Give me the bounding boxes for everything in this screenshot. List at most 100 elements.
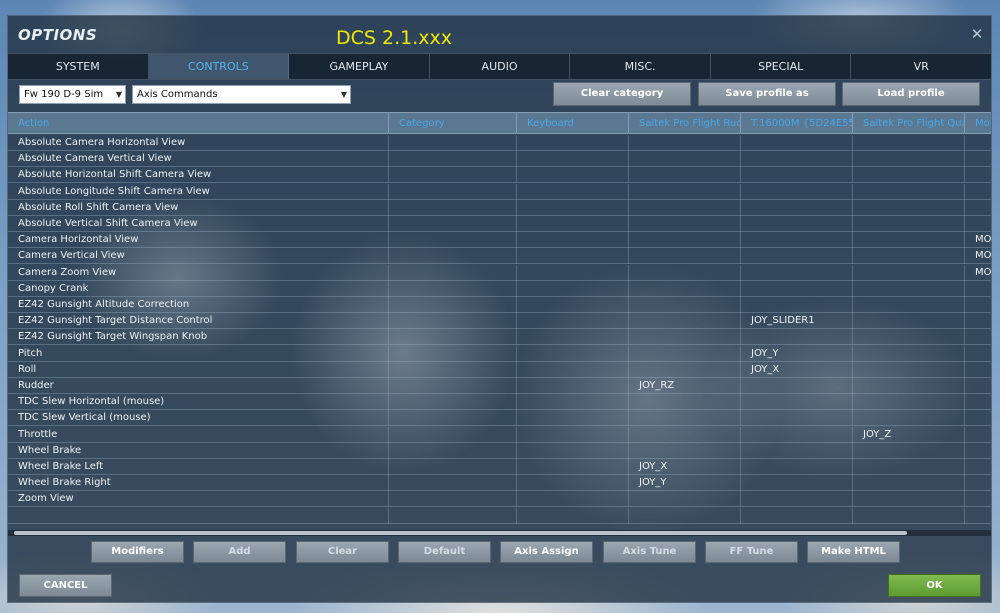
cell-rudder[interactable]: [629, 491, 741, 508]
cell-quadrant[interactable]: [853, 329, 965, 346]
table-row[interactable]: Camera Zoom View MO: [8, 264, 991, 281]
cell-mouse[interactable]: [965, 508, 991, 524]
cell-category[interactable]: [389, 329, 517, 346]
cell-rudder[interactable]: [629, 297, 741, 313]
cell-action[interactable]: Wheel Brake Left: [8, 459, 389, 475]
table-row[interactable]: EZ42 Gunsight Altitude Correction: [8, 297, 991, 313]
table-row[interactable]: Absolute Horizontal Shift Camera View: [8, 167, 991, 184]
cell-t16000m[interactable]: [741, 199, 853, 216]
tab-gameplay[interactable]: GAMEPLAY: [289, 54, 430, 79]
cell-action[interactable]: Absolute Longitude Shift Camera View: [8, 183, 389, 200]
make-html-button[interactable]: Make HTML: [807, 541, 900, 563]
cell-category[interactable]: [389, 345, 517, 362]
cell-category[interactable]: [389, 280, 517, 297]
table-row[interactable]: Wheel Brake Left JOY_X: [8, 459, 991, 475]
cell-mouse[interactable]: MO: [965, 232, 991, 248]
cell-quadrant[interactable]: [853, 378, 965, 394]
table-row[interactable]: TDC Slew Vertical (mouse): [8, 410, 991, 427]
cell-quadrant[interactable]: [853, 507, 965, 524]
table-row[interactable]: Absolute Longitude Shift Camera View: [8, 183, 991, 200]
cell-quadrant[interactable]: [853, 264, 965, 281]
cell-action[interactable]: Camera Horizontal View: [8, 232, 389, 249]
cell-quadrant[interactable]: [853, 410, 965, 427]
cell-action[interactable]: Absolute Horizontal Shift Camera View: [8, 167, 389, 184]
table-row[interactable]: [8, 507, 991, 524]
cell-mouse[interactable]: [965, 216, 991, 232]
cell-quadrant[interactable]: JOY_Z: [853, 426, 965, 443]
cell-t16000m[interactable]: [741, 507, 853, 524]
cell-t16000m[interactable]: [741, 297, 853, 313]
cell-keyboard[interactable]: [517, 232, 629, 249]
cell-mouse[interactable]: [965, 167, 991, 183]
cell-action[interactable]: Absolute Camera Horizontal View: [8, 135, 389, 151]
cell-action[interactable]: EZ42 Gunsight Target Wingspan Knob: [8, 329, 389, 346]
cell-rudder[interactable]: [629, 442, 741, 459]
cell-action[interactable]: Absolute Vertical Shift Camera View: [8, 216, 389, 232]
cell-t16000m[interactable]: [741, 167, 853, 184]
cell-mouse[interactable]: [965, 443, 991, 459]
cell-keyboard[interactable]: [517, 183, 629, 200]
cell-keyboard[interactable]: [517, 313, 629, 330]
cell-category[interactable]: [389, 216, 517, 232]
table-row[interactable]: Zoom View: [8, 491, 991, 508]
cell-rudder[interactable]: [629, 151, 741, 168]
cell-action[interactable]: Roll: [8, 361, 389, 378]
table-row[interactable]: Throttle JOY_Z: [8, 426, 991, 443]
cell-t16000m[interactable]: [741, 378, 853, 394]
table-row[interactable]: EZ42 Gunsight Target Wingspan Knob: [8, 329, 991, 346]
cell-category[interactable]: [389, 426, 517, 443]
table-row[interactable]: Wheel Brake Right JOY_Y: [8, 475, 991, 492]
table-row[interactable]: Absolute Roll Shift Camera View: [8, 199, 991, 216]
cell-action[interactable]: Canopy Crank: [8, 280, 389, 297]
table-row[interactable]: Camera Vertical View MO: [8, 248, 991, 265]
cell-mouse[interactable]: [965, 313, 991, 329]
tab-special[interactable]: SPECIAL: [711, 54, 852, 79]
cell-category[interactable]: [389, 248, 517, 265]
column-header-action[interactable]: Action: [8, 113, 389, 133]
cell-rudder[interactable]: [629, 507, 741, 524]
cell-quadrant[interactable]: [853, 459, 965, 475]
cell-mouse[interactable]: [965, 297, 991, 313]
cell-category[interactable]: [389, 199, 517, 216]
cell-rudder[interactable]: [629, 329, 741, 346]
cell-mouse[interactable]: [965, 394, 991, 410]
cell-quadrant[interactable]: [853, 361, 965, 378]
cell-mouse[interactable]: [965, 362, 991, 378]
cell-keyboard[interactable]: [517, 167, 629, 184]
column-header-keyboard[interactable]: Keyboard: [517, 113, 629, 133]
cell-keyboard[interactable]: [517, 297, 629, 313]
cell-action[interactable]: Wheel Brake: [8, 442, 389, 459]
cell-t16000m[interactable]: [741, 394, 853, 411]
cell-rudder[interactable]: [629, 426, 741, 443]
cell-keyboard[interactable]: [517, 248, 629, 265]
cell-t16000m[interactable]: [741, 232, 853, 249]
cell-keyboard[interactable]: [517, 459, 629, 475]
horizontal-scrollbar[interactable]: [8, 530, 991, 536]
cell-category[interactable]: [389, 378, 517, 394]
cell-rudder[interactable]: [629, 135, 741, 151]
cell-t16000m[interactable]: [741, 151, 853, 168]
cell-mouse[interactable]: [965, 459, 991, 475]
cell-rudder[interactable]: JOY_Y: [629, 475, 741, 492]
cell-keyboard[interactable]: [517, 329, 629, 346]
column-header-t16000m[interactable]: T.16000M {5D24E550-: [741, 113, 853, 133]
cell-action[interactable]: EZ42 Gunsight Target Distance Control: [8, 313, 389, 330]
table-row[interactable]: Canopy Crank: [8, 280, 991, 297]
cell-category[interactable]: [389, 361, 517, 378]
cell-mouse[interactable]: [965, 329, 991, 345]
cell-t16000m[interactable]: [741, 216, 853, 232]
column-header-rudder[interactable]: Saitek Pro Flight Rudder: [629, 113, 741, 133]
table-row[interactable]: Absolute Camera Vertical View: [8, 151, 991, 168]
cell-category[interactable]: [389, 183, 517, 200]
cell-keyboard[interactable]: [517, 151, 629, 168]
table-row[interactable]: Rudder JOY_RZ: [8, 378, 991, 394]
cell-rudder[interactable]: [629, 232, 741, 249]
cell-rudder[interactable]: [629, 199, 741, 216]
cell-keyboard[interactable]: [517, 199, 629, 216]
tab-vr[interactable]: VR: [851, 54, 991, 79]
cell-keyboard[interactable]: [517, 378, 629, 394]
cell-quadrant[interactable]: [853, 442, 965, 459]
cell-mouse[interactable]: [965, 135, 991, 151]
cell-t16000m[interactable]: [741, 442, 853, 459]
cell-t16000m[interactable]: [741, 491, 853, 508]
